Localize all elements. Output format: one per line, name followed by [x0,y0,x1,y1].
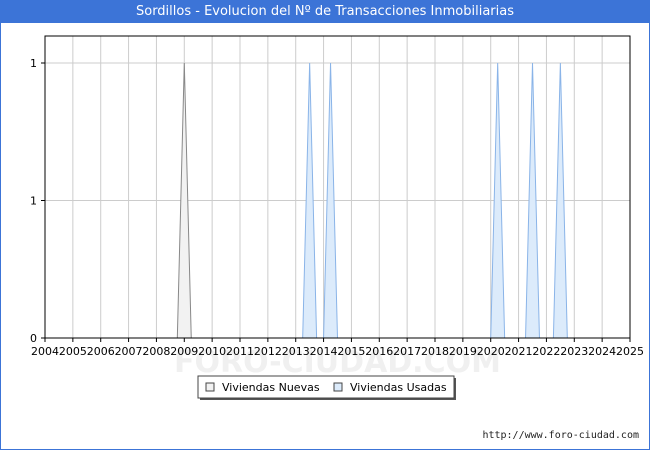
y-axis: 0 1 1 [30,57,45,345]
legend: Viviendas Nuevas Viviendas Usadas [197,375,456,400]
y-tick-label: 1 [30,57,37,70]
legend-swatch [333,382,343,392]
x-tick-label: 2007 [115,345,143,358]
legend-swatch [205,382,215,392]
x-tick-label: 2008 [142,345,170,358]
x-tick-label: 2025 [616,345,644,358]
legend-label: Viviendas Nuevas [222,381,320,394]
grid [44,36,631,339]
x-tick-label: 2009 [170,345,198,358]
x-tick-label: 2015 [337,345,365,358]
x-tick-label: 2013 [282,345,310,358]
x-tick-label: 2006 [87,345,115,358]
plot-area [44,35,631,339]
x-tick-label: 2014 [310,345,338,358]
x-tick-label: 2005 [59,345,87,358]
x-tick-label: 2022 [532,345,560,358]
y-tick-label: 1 [30,195,37,208]
x-tick-label: 2020 [477,345,505,358]
x-tick-label: 2011 [226,345,254,358]
x-tick-label: 2004 [31,345,59,358]
x-tick-label: 2024 [588,345,616,358]
legend-label: Viviendas Usadas [350,381,447,394]
x-tick-label: 2017 [393,345,421,358]
x-tick-label: 2019 [449,345,477,358]
x-tick-label: 2023 [560,345,588,358]
chart-svg: FORO-CIUDAD.COM 011 2004 2005 2006 2007 2008… [30,35,644,400]
x-tick-label: 2018 [421,345,449,358]
y-tick-label: 0 [30,332,37,345]
x-tick-label: 2016 [365,345,393,358]
x-axis: 2004 2005 2006 2007 2008 2009 2010 2011 2012 2013… [31,338,644,358]
x-tick-label: 2021 [505,345,533,358]
x-tick-label: 2012 [254,345,282,358]
x-tick-label: 2010 [198,345,226,358]
